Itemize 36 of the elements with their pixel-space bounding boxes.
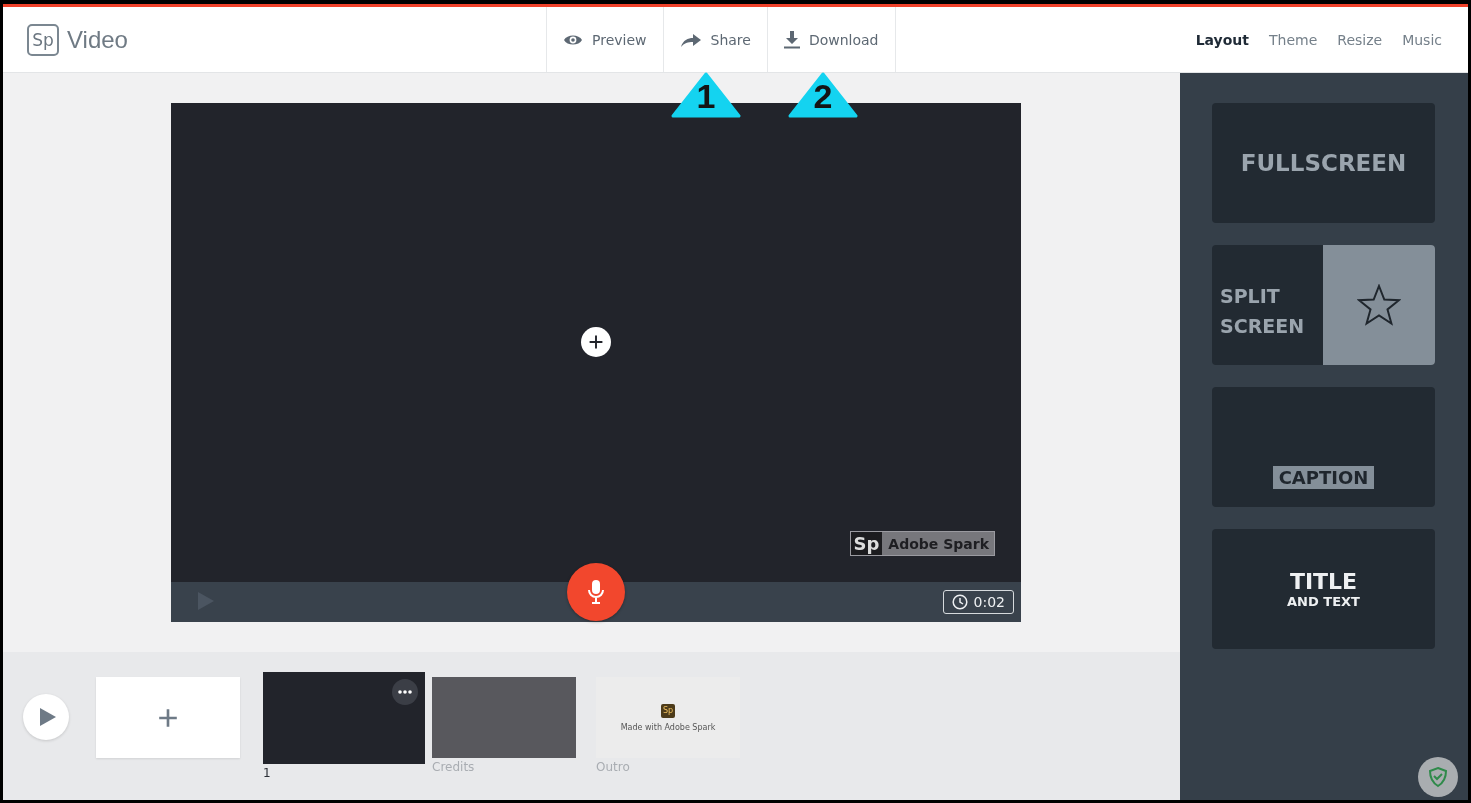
outro-logo: Sp [661, 703, 675, 718]
layout-option[interactable]: TITLE AND TEXT [1212, 529, 1435, 649]
slide-thumbnail[interactable]: Sp Made with Adobe Spark [596, 677, 740, 758]
slide-thumbnail[interactable] [263, 672, 425, 764]
duration-badge: 0:02 [942, 590, 1014, 614]
star-icon [1357, 284, 1401, 326]
play-button[interactable] [23, 694, 69, 740]
app-title: Video [67, 25, 128, 54]
download-icon [783, 30, 800, 49]
tab[interactable]: Resize [1329, 27, 1391, 52]
layout-option[interactable]: SPLIT SCREEN [1212, 245, 1435, 365]
plus-icon [588, 334, 604, 350]
microphone-button[interactable] [567, 563, 625, 621]
layout-option[interactable]: CAPTION [1212, 387, 1435, 507]
add-media-button[interactable] [581, 327, 611, 357]
slide-label: 1 [263, 766, 272, 780]
clock-icon [951, 594, 968, 610]
share-arrow-icon [679, 31, 702, 48]
microphone-icon [587, 579, 605, 605]
outro-text: Made with Adobe Spark [620, 722, 716, 732]
app-logo: Sp [27, 23, 59, 56]
shield-button[interactable] [1418, 757, 1458, 797]
slide-label: Credits [432, 760, 476, 774]
tab[interactable]: Layout [1187, 27, 1257, 52]
play-icon [39, 707, 57, 727]
more-icon [398, 690, 412, 694]
shield-check-icon [1428, 766, 1448, 788]
tab[interactable]: Music [1394, 27, 1450, 52]
slide-thumbnail[interactable] [432, 677, 576, 758]
tab[interactable]: Theme [1261, 27, 1326, 52]
watermark-badge: Sp Adobe Spark [849, 531, 995, 556]
plus-icon [157, 706, 179, 729]
download-button[interactable]: Download [766, 7, 896, 72]
slide-label: Outro [596, 760, 631, 774]
layout-option[interactable]: FULLSCREEN [1212, 103, 1435, 223]
more-options-button[interactable] [392, 679, 418, 705]
